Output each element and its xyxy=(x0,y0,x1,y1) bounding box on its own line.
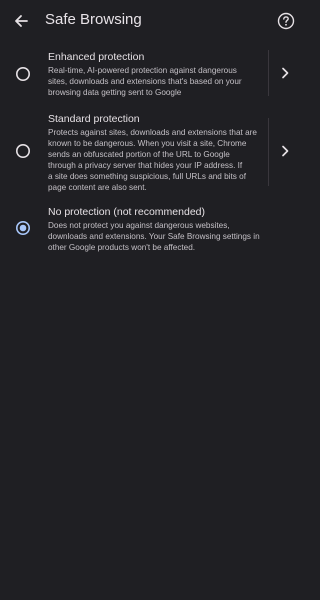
description-line: browsing data getting sent to Google xyxy=(48,88,182,97)
radio-unselected-icon[interactable] xyxy=(15,66,31,82)
option-description: Real-time, AI-powered protection against… xyxy=(48,65,242,98)
option-title: Enhanced protection xyxy=(48,51,145,63)
details-button[interactable] xyxy=(278,144,292,158)
option-title: Standard protection xyxy=(48,113,140,125)
description-line: page content are also sent. xyxy=(48,183,147,192)
chevron-right-icon xyxy=(282,67,289,79)
description-line: downloads and extensions. Your Safe Brow… xyxy=(48,232,260,241)
option-enhanced-protection[interactable]: Enhanced protection Real-time, AI-powere… xyxy=(0,42,306,102)
description-line: other Google products won't be affected. xyxy=(48,243,196,252)
radio-unselected-icon[interactable] xyxy=(15,143,31,159)
page-title: Safe Browsing xyxy=(45,11,142,28)
app-bar: Safe Browsing xyxy=(0,0,306,42)
arrow-back-icon xyxy=(15,15,28,27)
description-line: Real-time, AI-powered protection against… xyxy=(48,66,237,75)
divider xyxy=(268,50,269,96)
option-no-protection[interactable]: No protection (not recommended) Does not… xyxy=(0,200,306,260)
description-line: through a privacy server that hides your… xyxy=(48,161,243,170)
description-line: sites, downloads and extensions that's b… xyxy=(48,77,242,86)
description-line: known to be dangerous. When you visit a … xyxy=(48,139,247,148)
option-description: Does not protect you against dangerous w… xyxy=(48,220,260,253)
option-description: Protects against sites, downloads and ex… xyxy=(48,127,257,193)
radio-selected-icon[interactable] xyxy=(15,220,31,236)
divider xyxy=(268,118,269,186)
chevron-right-icon xyxy=(282,145,289,157)
option-standard-protection[interactable]: Standard protection Protects against sit… xyxy=(0,106,306,196)
description-line: Protects against sites, downloads and ex… xyxy=(48,128,257,137)
help-button[interactable] xyxy=(274,9,298,33)
description-line: sends an obfuscated portion of the URL t… xyxy=(48,150,230,159)
description-line: a site does something suspicious, full U… xyxy=(48,172,246,181)
description-line: Does not protect you against dangerous w… xyxy=(48,221,230,230)
option-title: No protection (not recommended) xyxy=(48,206,205,218)
help-circle-icon xyxy=(277,12,295,30)
back-button[interactable] xyxy=(9,9,33,33)
details-button[interactable] xyxy=(278,66,292,80)
